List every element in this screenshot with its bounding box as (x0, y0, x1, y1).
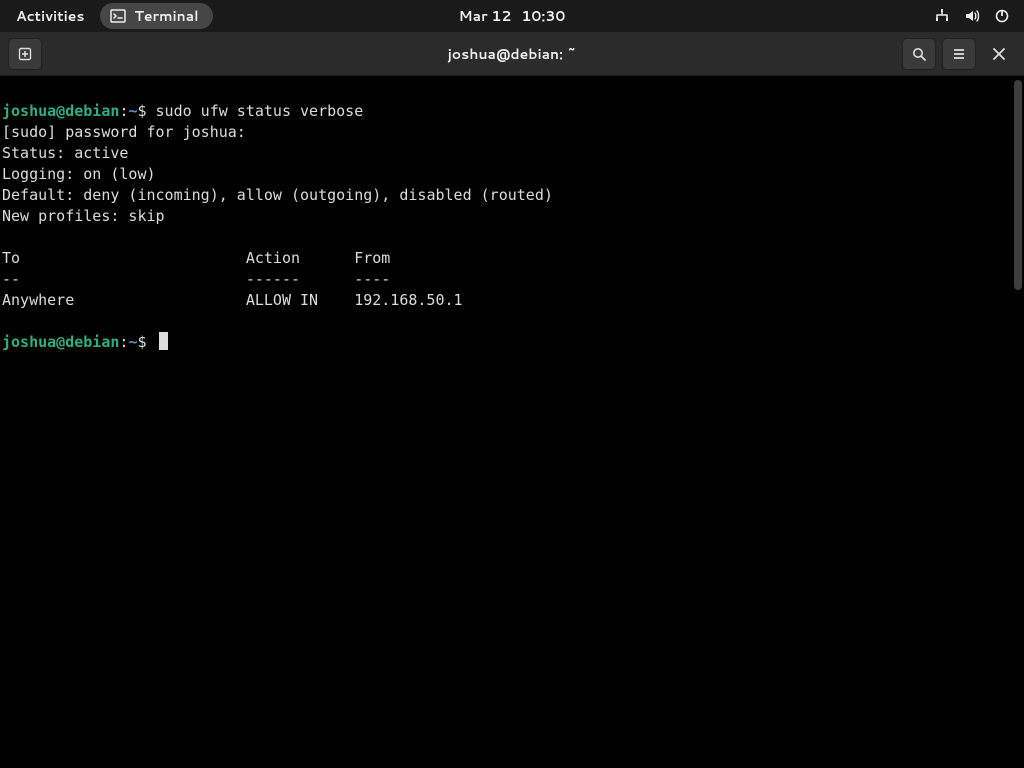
ufw-col-to-header: To (2, 248, 246, 269)
prompt-dollar: $ (137, 333, 146, 351)
ufw-rule-action: ALLOW IN (246, 290, 354, 311)
clock-button[interactable]: Mar 12 10:30 (459, 6, 566, 26)
ufw-col-action-header: Action (246, 248, 354, 269)
activities-button[interactable]: Activities (8, 2, 92, 30)
clock-time: 10:30 (521, 6, 565, 26)
ufw-rule-from: 192.168.50.1 (354, 291, 462, 309)
search-button[interactable] (902, 38, 936, 70)
window-header-bar: joshua@debian: ~ (0, 32, 1024, 76)
close-window-button[interactable] (982, 38, 1016, 70)
window-title: joshua@debian: ~ (448, 44, 577, 64)
terminal-icon (110, 8, 126, 24)
clock-date: Mar 12 (459, 6, 512, 26)
ufw-default-line: Default: deny (incoming), allow (outgoin… (2, 186, 553, 204)
ufw-status-line: Status: active (2, 144, 128, 162)
prompt-user-host: joshua@debian (2, 102, 119, 120)
ufw-col-from-header: From (354, 249, 390, 267)
new-tab-button[interactable] (8, 38, 42, 70)
ufw-logging-line: Logging: on (low) (2, 165, 156, 183)
prompt-user-host: joshua@debian (2, 333, 119, 351)
current-app-pill[interactable]: Terminal (100, 3, 212, 29)
current-app-label: Terminal (134, 6, 198, 26)
terminal-output: joshua@debian:~$ sudo ufw status verbose… (0, 76, 1024, 357)
sudo-password-prompt: [sudo] password for joshua: (2, 123, 255, 141)
command-text: sudo ufw status verbose (156, 102, 364, 120)
power-icon[interactable] (994, 8, 1010, 24)
hamburger-menu-button[interactable] (942, 38, 976, 70)
ufw-profiles-line: New profiles: skip (2, 207, 165, 225)
ufw-sep-action: ------ (246, 269, 354, 290)
ufw-sep-to: -- (2, 269, 246, 290)
terminal-cursor (159, 332, 168, 350)
gnome-top-bar: Activities Terminal Mar 12 10:30 (0, 0, 1024, 32)
network-icon[interactable] (934, 8, 950, 24)
ufw-sep-from: ---- (354, 270, 390, 288)
ufw-rule-to: Anywhere (2, 290, 246, 311)
volume-icon[interactable] (964, 8, 980, 24)
scrollbar-thumb[interactable] (1014, 80, 1022, 290)
prompt-dollar: $ (137, 102, 146, 120)
terminal-viewport[interactable]: joshua@debian:~$ sudo ufw status verbose… (0, 76, 1024, 768)
